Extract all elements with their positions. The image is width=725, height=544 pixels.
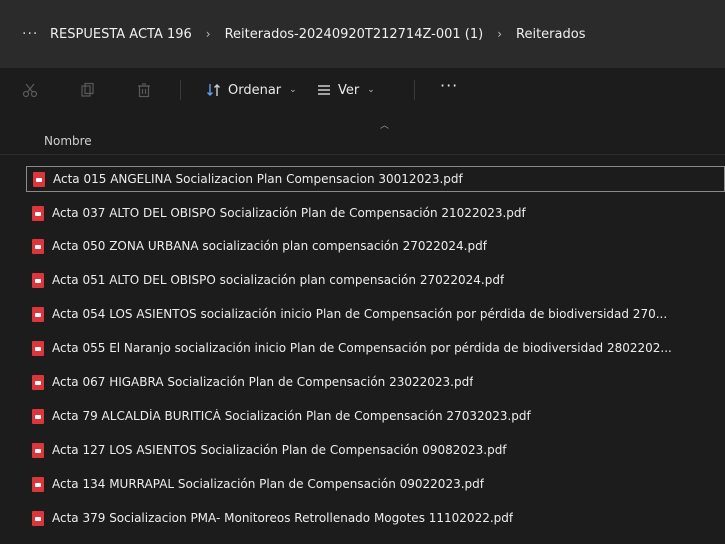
column-header: ︿ Nombre — [0, 114, 725, 155]
file-row[interactable]: Acta 054 LOS ASIENTOS socialización inic… — [26, 301, 725, 327]
toolbar-divider — [180, 80, 181, 100]
pdf-file-icon — [32, 205, 44, 221]
pdf-file-icon — [32, 340, 44, 356]
file-name: Acta 79 ALCALDÍA BURITICÁ Socialización … — [52, 409, 531, 423]
chevron-down-icon: ⌄ — [289, 85, 297, 95]
pdf-file-icon — [32, 476, 44, 492]
file-name: Acta 054 LOS ASIENTOS socialización inic… — [52, 307, 668, 321]
pdf-file-icon — [32, 238, 44, 254]
pdf-file-icon — [32, 272, 44, 288]
more-options-button[interactable]: ··· — [440, 76, 458, 95]
pdf-file-icon — [32, 306, 44, 322]
sort-button[interactable]: Ordenar ⌄ — [206, 78, 297, 102]
file-name: Acta 055 El Naranjo socialización inicio… — [52, 341, 672, 355]
view-label: Ver — [338, 82, 360, 98]
file-row[interactable]: Acta 015 ANGELINA Socializacion Plan Com… — [26, 166, 725, 192]
more-horizontal-icon[interactable]: ··· — [22, 26, 44, 42]
file-name: Acta 037 ALTO DEL OBISPO Socialización P… — [52, 206, 526, 220]
delete-icon[interactable] — [136, 82, 152, 98]
file-row[interactable]: Acta 79 ALCALDÍA BURITICÁ Socialización … — [26, 403, 725, 429]
file-row[interactable]: Acta 051 ALTO DEL OBISPO socialización p… — [26, 267, 725, 293]
sort-ascending-icon: ︿ — [380, 121, 390, 131]
copy-icon[interactable] — [80, 82, 96, 98]
sort-label: Ordenar — [228, 82, 282, 98]
chevron-right-icon[interactable]: › — [198, 27, 219, 41]
cut-icon[interactable] — [22, 82, 38, 98]
sort-icon — [207, 84, 220, 96]
breadcrumb-item-respuesta-acta[interactable]: RESPUESTA ACTA 196 — [44, 23, 198, 46]
chevron-down-icon: ⌄ — [367, 85, 375, 95]
file-name: Acta 134 MURRAPAL Socialización Plan de … — [52, 477, 484, 491]
pdf-file-icon — [32, 442, 44, 458]
file-row[interactable]: Acta 379 Socializacion PMA- Monitoreos R… — [26, 505, 725, 531]
file-row[interactable]: Acta 037 ALTO DEL OBISPO Socialización P… — [26, 200, 725, 226]
command-toolbar: Ordenar ⌄ Ver ⌄ ··· — [0, 68, 725, 114]
file-name: Acta 051 ALTO DEL OBISPO socialización p… — [52, 273, 505, 287]
file-name: Acta 050 ZONA URBANA socialización plan … — [52, 239, 487, 253]
file-row[interactable]: Acta 134 MURRAPAL Socialización Plan de … — [26, 471, 725, 497]
pdf-file-icon — [32, 408, 44, 424]
pdf-file-icon — [32, 374, 44, 390]
chevron-right-icon[interactable]: › — [489, 27, 510, 41]
file-row[interactable]: Acta 050 ZONA URBANA socialización plan … — [26, 233, 725, 259]
file-row[interactable]: Acta 067 HIGABRA Socialización Plan de C… — [26, 369, 725, 395]
view-button[interactable]: Ver ⌄ — [316, 78, 375, 102]
file-row[interactable]: Acta 127 LOS ASIENTOS Socialización Plan… — [26, 437, 725, 463]
address-breadcrumb: ··· RESPUESTA ACTA 196 › Reiterados-2024… — [0, 0, 725, 68]
file-row[interactable]: Acta 055 El Naranjo socialización inicio… — [26, 335, 725, 361]
file-name: Acta 015 ANGELINA Socializacion Plan Com… — [53, 172, 463, 186]
breadcrumb-item-reiterados[interactable]: Reiterados — [510, 23, 591, 46]
file-name: Acta 127 LOS ASIENTOS Socialización Plan… — [52, 443, 507, 457]
breadcrumb-item-reiterados-zip[interactable]: Reiterados-20240920T212714Z-001 (1) — [219, 23, 490, 46]
view-icon — [318, 85, 330, 95]
file-name: Acta 379 Socializacion PMA- Monitoreos R… — [52, 511, 514, 525]
pdf-file-icon — [33, 171, 45, 187]
pdf-file-icon — [32, 510, 44, 526]
column-header-name[interactable]: Nombre — [44, 134, 92, 148]
file-name: Acta 067 HIGABRA Socialización Plan de C… — [52, 375, 474, 389]
toolbar-divider — [414, 80, 415, 100]
